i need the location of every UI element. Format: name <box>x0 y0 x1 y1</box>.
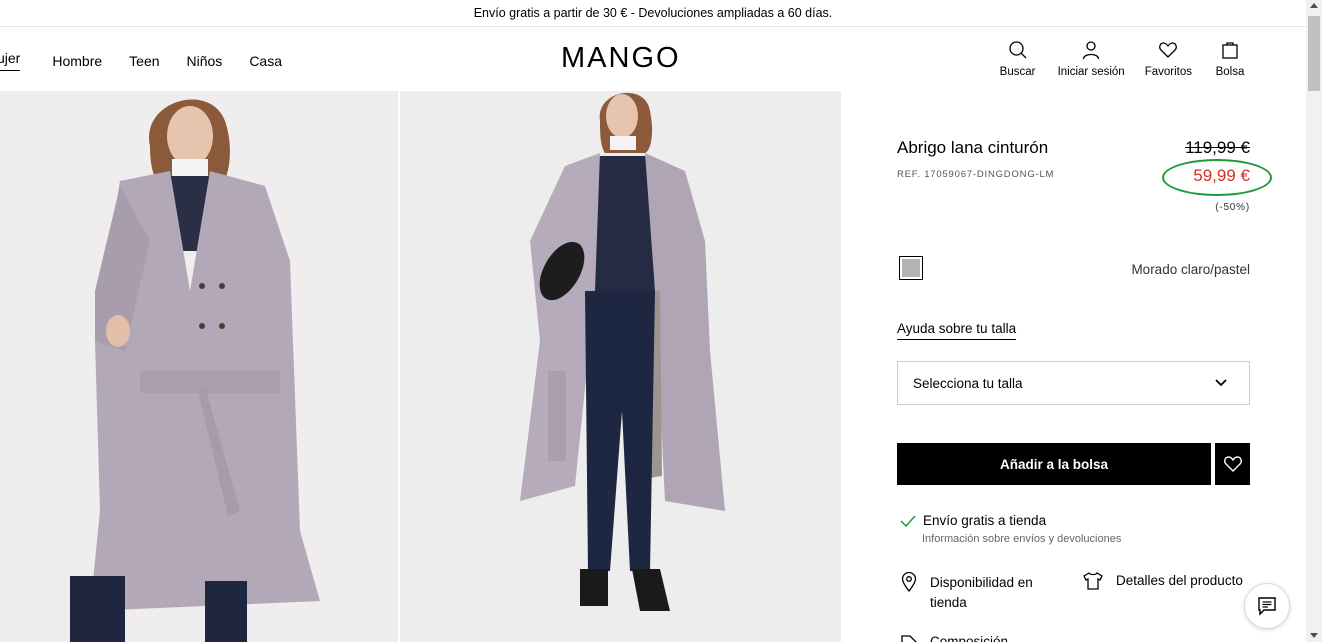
product-gallery <box>0 91 841 642</box>
product-details-link[interactable]: Detalles del producto <box>1116 573 1243 588</box>
heart-icon <box>1223 456 1242 472</box>
brand-logo[interactable]: MANGO <box>561 42 681 75</box>
add-to-favorites-button[interactable] <box>1215 443 1250 485</box>
search-label: Buscar <box>999 66 1036 78</box>
discount-badge: (-50%) <box>1215 202 1250 213</box>
add-to-bag-label: Añadir a la bolsa <box>999 456 1109 472</box>
color-swatch[interactable] <box>899 256 923 280</box>
check-icon <box>900 515 916 527</box>
bag-label: Bolsa <box>1215 66 1245 78</box>
bag-button[interactable]: Bolsa <box>1210 40 1250 78</box>
sale-price: 59,99 € <box>1193 166 1250 185</box>
size-select[interactable]: Selecciona tu talla <box>897 361 1250 405</box>
search-icon <box>1008 41 1027 59</box>
header: ujer Hombre Teen Niños Casa MANGO Buscar… <box>0 27 1306 91</box>
tag-icon <box>901 635 917 642</box>
chat-button[interactable] <box>1244 583 1290 629</box>
chevron-down-icon <box>1215 379 1227 387</box>
login-button[interactable]: Iniciar sesión <box>1058 40 1125 78</box>
nav-item-ninos[interactable]: Niños <box>187 53 223 69</box>
location-pin-icon <box>901 572 917 592</box>
search-button[interactable]: Buscar <box>998 40 1038 78</box>
color-swatch-fill <box>902 259 920 277</box>
model-full-body-illustration <box>400 91 841 642</box>
scroll-thumb[interactable] <box>1308 16 1320 91</box>
scroll-up-arrow-icon[interactable] <box>1310 3 1318 8</box>
promo-text: Envío gratis a partir de 30 € - Devoluci… <box>473 6 833 20</box>
login-label: Iniciar sesión <box>1057 66 1125 78</box>
header-actions: Buscar Iniciar sesión Favoritos Bolsa <box>978 40 1250 78</box>
tshirt-icon <box>1083 572 1103 590</box>
heart-icon <box>1159 42 1178 58</box>
nav-item-hombre[interactable]: Hombre <box>52 53 102 69</box>
scroll-down-arrow-icon[interactable] <box>1310 633 1318 638</box>
nav-item-casa[interactable]: Casa <box>249 53 282 69</box>
composition-link[interactable]: Composición <box>930 634 1008 642</box>
nav-item-mujer[interactable]: ujer <box>0 50 21 71</box>
store-availability-link[interactable]: Disponibilidad en tienda <box>930 573 1060 613</box>
bag-icon <box>1222 42 1238 59</box>
size-select-label: Selecciona tu talla <box>913 375 1023 391</box>
favorites-label: Favoritos <box>1144 66 1192 78</box>
product-reference: REF. 17059067-DINGDONG-LM <box>897 169 1055 180</box>
add-to-bag-button[interactable]: Añadir a la bolsa <box>897 443 1211 485</box>
chat-icon <box>1258 597 1276 616</box>
page-scrollbar[interactable] <box>1306 0 1322 642</box>
user-icon <box>1082 41 1100 60</box>
product-photo-full[interactable] <box>400 91 841 642</box>
model-coat-illustration <box>0 91 398 642</box>
size-help-link[interactable]: Ayuda sobre tu talla <box>897 321 1017 340</box>
product-photo-front[interactable] <box>0 91 398 642</box>
nav-item-teen[interactable]: Teen <box>129 53 159 69</box>
shipping-info-link[interactable]: Información sobre envíos y devoluciones <box>922 533 1121 545</box>
promo-bar: Envío gratis a partir de 30 € - Devoluci… <box>0 0 1306 27</box>
color-name: Morado claro/pastel <box>1131 262 1250 277</box>
main-nav: ujer Hombre Teen Niños Casa <box>0 50 309 71</box>
shipping-title: Envío gratis a tienda <box>923 513 1047 528</box>
original-price: 119,99 € <box>1185 138 1250 157</box>
product-title: Abrigo lana cinturón <box>897 138 1049 157</box>
favorites-button[interactable]: Favoritos <box>1145 40 1192 78</box>
brand-logo-text: MANGO <box>561 42 681 74</box>
